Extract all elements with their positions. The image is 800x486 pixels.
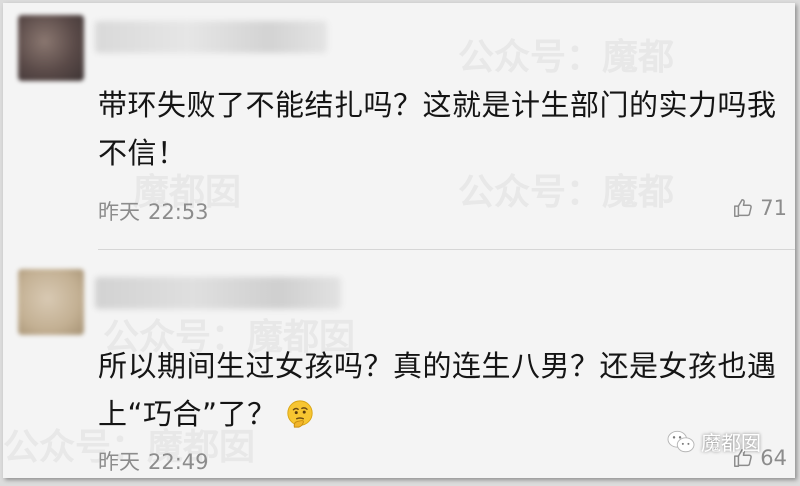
username-blurred[interactable] [95, 277, 341, 309]
account-name: 魔都囡 [701, 431, 761, 455]
avatar[interactable] [18, 269, 84, 335]
comment-time: 22:53 [148, 200, 209, 224]
comment-timestamp: 昨天 22:53 [98, 196, 217, 226]
username-blurred[interactable] [95, 21, 327, 53]
comment-date: 昨天 [98, 450, 140, 474]
comment-item: 带环失败了不能结扎吗？这就是计生部门的实力吗我不信！ 昨天 22:53 71 [3, 3, 795, 250]
comment-text-content: 所以期间生过女孩吗？真的连生八男？还是女孩也遇上“巧合”了？ [98, 349, 777, 431]
divider [98, 249, 795, 250]
comment-date: 昨天 [98, 200, 140, 224]
comment-screenshot: 公众号：魔都 魔都囡 公众号：魔都 公众号：魔都囡 公众号：魔都囡 带环失败了不… [3, 3, 795, 478]
avatar[interactable] [18, 15, 84, 81]
like-count: 71 [760, 196, 787, 220]
comment-timestamp: 昨天 22:49 [98, 446, 217, 476]
comment-time: 22:49 [148, 450, 209, 474]
comment-text: 所以期间生过女孩吗？真的连生八男？还是女孩也遇上“巧合”了？ [98, 342, 788, 438]
like-count: 64 [760, 446, 787, 470]
wechat-icon [667, 430, 695, 452]
comment-text: 带环失败了不能结扎吗？这就是计生部门的实力吗我不信！ [98, 88, 777, 170]
thumbs-up-icon [734, 199, 753, 217]
thinking-face-icon [286, 400, 313, 428]
like-button[interactable]: 71 [732, 196, 787, 220]
account-badge: 魔都囡 [666, 427, 761, 456]
